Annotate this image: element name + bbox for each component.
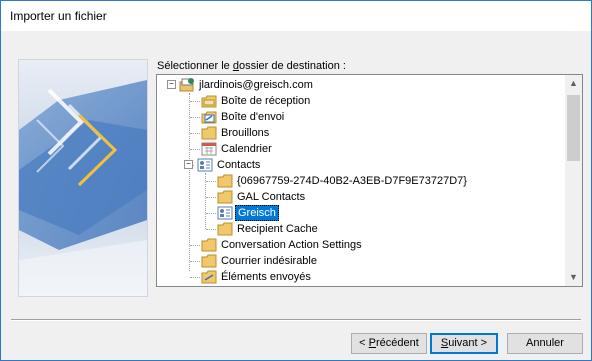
contacts-icon xyxy=(217,206,233,220)
scroll-thumb[interactable] xyxy=(567,95,580,161)
sent-icon xyxy=(201,270,217,284)
outbox-icon xyxy=(201,110,217,124)
tree-item[interactable]: Boîte d'envoi xyxy=(157,109,562,125)
folder-icon xyxy=(217,222,233,236)
tree-item-label: {06967759-274D-40B2-A3EB-D7F9E73727D7} xyxy=(237,175,467,187)
previous-button[interactable]: < Précédent xyxy=(351,333,427,354)
tree-item-label: Contacts xyxy=(217,159,261,171)
tree-item-selected[interactable]: Greisch xyxy=(157,205,562,221)
calendar-icon xyxy=(201,142,217,156)
tree-item-label: Brouillons xyxy=(221,127,270,139)
window-title: Importer un fichier xyxy=(10,9,107,23)
mailbox-icon xyxy=(179,78,195,92)
inbox-icon xyxy=(201,94,217,108)
next-button[interactable]: Suivant > xyxy=(430,333,498,354)
folder-icon xyxy=(217,190,233,204)
tree-item[interactable]: Calendrier xyxy=(157,141,562,157)
tree-item-label: Courrier indésirable xyxy=(221,255,317,267)
collapse-expander-icon[interactable]: − xyxy=(184,160,193,169)
tree-item[interactable]: − Contacts xyxy=(157,157,562,173)
collapse-expander-icon[interactable]: − xyxy=(167,80,176,89)
footer-separator xyxy=(11,319,581,321)
tree-item-label: Recipient Cache xyxy=(237,223,318,235)
folder-icon xyxy=(201,238,217,252)
tree-item[interactable]: GAL Contacts xyxy=(157,189,562,205)
tree-item-account[interactable]: − jlardinois@greisch.com xyxy=(157,77,562,93)
contacts-icon xyxy=(197,158,213,172)
tree-item[interactable]: Brouillons xyxy=(157,125,562,141)
scroll-up-icon[interactable]: ▲ xyxy=(565,75,582,92)
destination-folder-label: Sélectionner le dossier de destination : xyxy=(157,60,346,72)
tree-item[interactable]: Conversation Action Settings xyxy=(157,237,562,253)
tree-item-label: Éléments envoyés xyxy=(221,271,311,283)
title-bar: Importer un fichier xyxy=(1,1,591,31)
wizard-side-image xyxy=(18,59,148,297)
tree-item-label: Calendrier xyxy=(221,143,272,155)
tree-item[interactable]: Recipient Cache xyxy=(157,221,562,237)
tree-item[interactable]: Boîte de réception xyxy=(157,93,562,109)
folder-icon xyxy=(217,174,233,188)
scroll-down-icon[interactable]: ▼ xyxy=(565,269,582,286)
account-label: jlardinois@greisch.com xyxy=(199,79,313,91)
tree-item[interactable]: Éléments envoyés xyxy=(157,269,562,285)
tree-item-label: GAL Contacts xyxy=(237,191,306,203)
tree-scrollbar[interactable]: ▲ ▼ xyxy=(565,75,582,286)
folder-icon xyxy=(201,126,217,140)
tree-item-label: Conversation Action Settings xyxy=(221,239,362,251)
tree-item[interactable]: {06967759-274D-40B2-A3EB-D7F9E73727D7} xyxy=(157,173,562,189)
cancel-button[interactable]: Annuler xyxy=(507,333,583,354)
tree-item-label: Greisch xyxy=(235,205,279,221)
tree-item-label: Boîte de réception xyxy=(221,95,311,107)
folder-icon xyxy=(201,254,217,268)
tree-item[interactable]: Courrier indésirable xyxy=(157,253,562,269)
folder-tree[interactable]: − jlardinois@greisch.com Boîte de récept… xyxy=(156,74,583,287)
import-dialog: Importer un fichier Sélectionner le doss… xyxy=(0,0,592,361)
tree-item-label: Boîte d'envoi xyxy=(221,111,285,123)
